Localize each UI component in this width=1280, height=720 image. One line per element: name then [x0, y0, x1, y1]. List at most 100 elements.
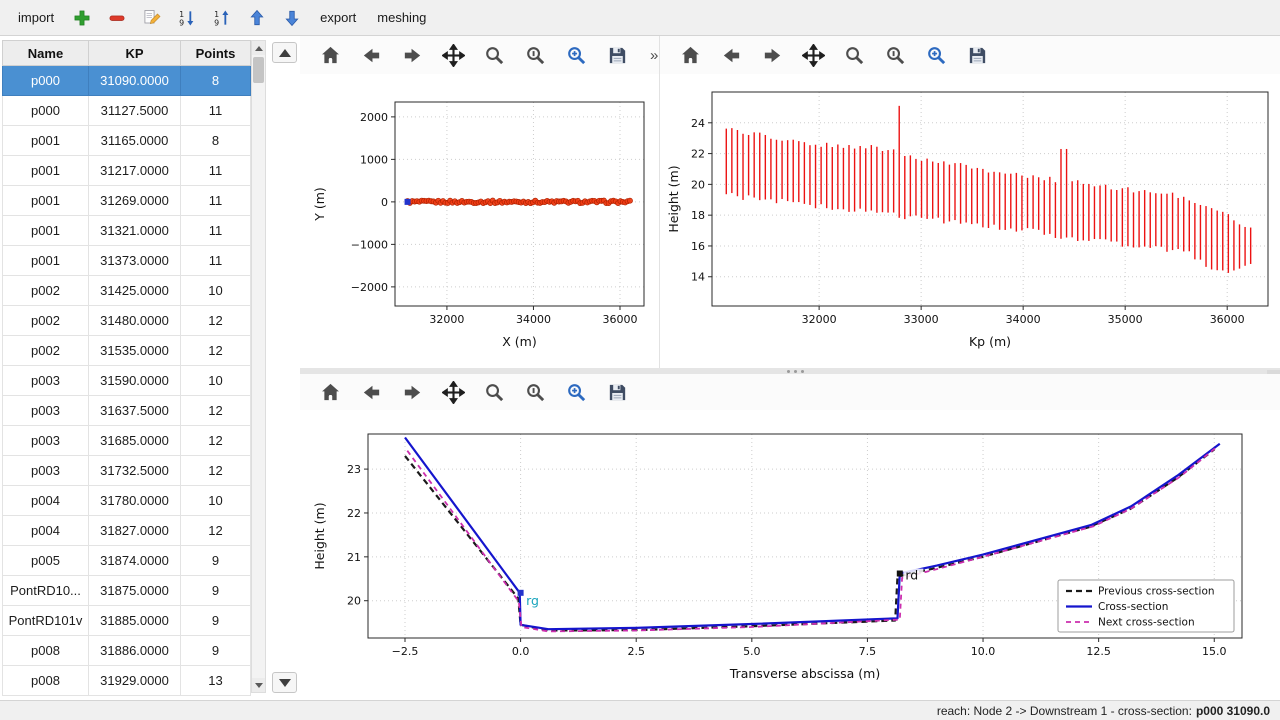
- zoom-rect-icon: [565, 381, 588, 404]
- cell-kp: 31480.0000: [89, 306, 181, 336]
- forward-button[interactable]: [400, 380, 425, 405]
- subplots-button[interactable]: [523, 43, 548, 68]
- forward-icon: [761, 44, 784, 67]
- svg-text:34000: 34000: [1006, 313, 1041, 326]
- table-row[interactable]: p00431827.000012: [3, 516, 251, 546]
- zoom-button[interactable]: [482, 43, 507, 68]
- table-row[interactable]: p00131217.000011: [3, 156, 251, 186]
- table-row[interactable]: p00131269.000011: [3, 186, 251, 216]
- save-button[interactable]: [605, 43, 630, 68]
- table-row[interactable]: p00231535.000012: [3, 336, 251, 366]
- subplots-button[interactable]: [883, 43, 908, 68]
- longitudinal-profile-plot[interactable]: 3200033000340003500036000141618202224Kp …: [660, 74, 1280, 368]
- add-cross-section-button[interactable]: [69, 5, 95, 31]
- panel-down-button[interactable]: [272, 672, 297, 693]
- forward-button[interactable]: [760, 43, 785, 68]
- zoom-button[interactable]: [482, 380, 507, 405]
- cell-name: p004: [3, 516, 89, 546]
- subplots-button[interactable]: [523, 380, 548, 405]
- scroll-up-button[interactable]: [252, 41, 265, 55]
- pan-icon: [442, 381, 465, 404]
- remove-cross-section-button[interactable]: [104, 5, 130, 31]
- table-row[interactable]: p00331732.500012: [3, 456, 251, 486]
- table-row[interactable]: PontRD101v31885.00009: [3, 606, 251, 636]
- back-button[interactable]: [359, 43, 384, 68]
- toolbar-overflow-chevron[interactable]: »: [650, 47, 658, 64]
- sort-descending-button[interactable]: [174, 5, 200, 31]
- svg-text:22: 22: [691, 148, 705, 161]
- cell-kp: 31217.0000: [89, 156, 181, 186]
- table-row[interactable]: p00131321.000011: [3, 216, 251, 246]
- table-row[interactable]: p00331637.500012: [3, 396, 251, 426]
- table-row[interactable]: p00231425.000010: [3, 276, 251, 306]
- import-button[interactable]: import: [12, 6, 60, 29]
- plan-view-plot[interactable]: 320003400036000200010000−1000−2000X (m)Y…: [300, 74, 659, 368]
- cell-kp: 31269.0000: [89, 186, 181, 216]
- zoom-rect-button[interactable]: [564, 380, 589, 405]
- arrow-down-icon: [282, 8, 302, 28]
- cell-name: p001: [3, 186, 89, 216]
- save-button[interactable]: [605, 380, 630, 405]
- scrollbar-thumb[interactable]: [253, 57, 264, 83]
- pan-button[interactable]: [801, 43, 826, 68]
- table-row[interactable]: p00131165.00008: [3, 126, 251, 156]
- home-button[interactable]: [318, 43, 343, 68]
- table-row[interactable]: p00531874.00009: [3, 546, 251, 576]
- sort-ascending-button[interactable]: [209, 5, 235, 31]
- svg-text:36000: 36000: [602, 313, 637, 326]
- cell-kp: 31875.0000: [89, 576, 181, 606]
- pan-button[interactable]: [441, 380, 466, 405]
- table-row[interactable]: p00331685.000012: [3, 426, 251, 456]
- cell-name: PontRD10...: [3, 576, 89, 606]
- cell-name: p001: [3, 216, 89, 246]
- table-row[interactable]: PontRD10...31875.00009: [3, 576, 251, 606]
- table-row[interactable]: p00131373.000011: [3, 246, 251, 276]
- move-up-button[interactable]: [244, 5, 270, 31]
- table-row[interactable]: p00831929.000013: [3, 666, 251, 696]
- pan-icon: [442, 44, 465, 67]
- pan-button[interactable]: [441, 43, 466, 68]
- subplots-icon: [524, 44, 547, 67]
- table-row[interactable]: p00031090.00008: [3, 66, 251, 96]
- cell-points: 12: [181, 426, 251, 456]
- cell-kp: 31685.0000: [89, 426, 181, 456]
- zoom-rect-button[interactable]: [564, 43, 589, 68]
- back-button[interactable]: [719, 43, 744, 68]
- edit-button[interactable]: [139, 5, 165, 31]
- back-icon: [360, 44, 383, 67]
- back-button[interactable]: [359, 380, 384, 405]
- cross-section-plot[interactable]: rgrdPrevious cross-sectionCross-sectionN…: [300, 410, 1280, 700]
- column-header-kp[interactable]: KP: [89, 41, 181, 66]
- table-row[interactable]: p00031127.500011: [3, 96, 251, 126]
- svg-text:10.0: 10.0: [971, 645, 996, 658]
- export-button[interactable]: export: [314, 6, 362, 29]
- meshing-button[interactable]: meshing: [371, 6, 432, 29]
- home-button[interactable]: [318, 380, 343, 405]
- scroll-down-button[interactable]: [252, 678, 265, 692]
- table-row[interactable]: p00231480.000012: [3, 306, 251, 336]
- cell-kp: 31373.0000: [89, 246, 181, 276]
- cell-points: 9: [181, 606, 251, 636]
- forward-icon: [401, 44, 424, 67]
- forward-button[interactable]: [400, 43, 425, 68]
- zoom-button[interactable]: [842, 43, 867, 68]
- save-button[interactable]: [965, 43, 990, 68]
- cell-name: p008: [3, 666, 89, 696]
- column-header-name[interactable]: Name: [3, 41, 89, 66]
- zoom-rect-button[interactable]: [924, 43, 949, 68]
- home-button[interactable]: [678, 43, 703, 68]
- table-row[interactable]: p00331590.000010: [3, 366, 251, 396]
- move-down-button[interactable]: [279, 5, 305, 31]
- table-row[interactable]: p00431780.000010: [3, 486, 251, 516]
- cell-points: 10: [181, 486, 251, 516]
- column-header-points[interactable]: Points: [181, 41, 251, 66]
- svg-text:Y (m): Y (m): [312, 187, 327, 222]
- plots-area: » 320003400036000200010000−1000−2000X (m…: [300, 36, 1280, 700]
- panel-up-button[interactable]: [272, 42, 297, 63]
- table-scrollbar[interactable]: [251, 40, 266, 693]
- table-row[interactable]: p00831886.00009: [3, 636, 251, 666]
- svg-text:21: 21: [347, 551, 361, 564]
- cell-points: 10: [181, 276, 251, 306]
- minus-icon: [107, 8, 127, 28]
- cross-section-table-body: p00031090.00008p00031127.500011p00131165…: [3, 66, 251, 696]
